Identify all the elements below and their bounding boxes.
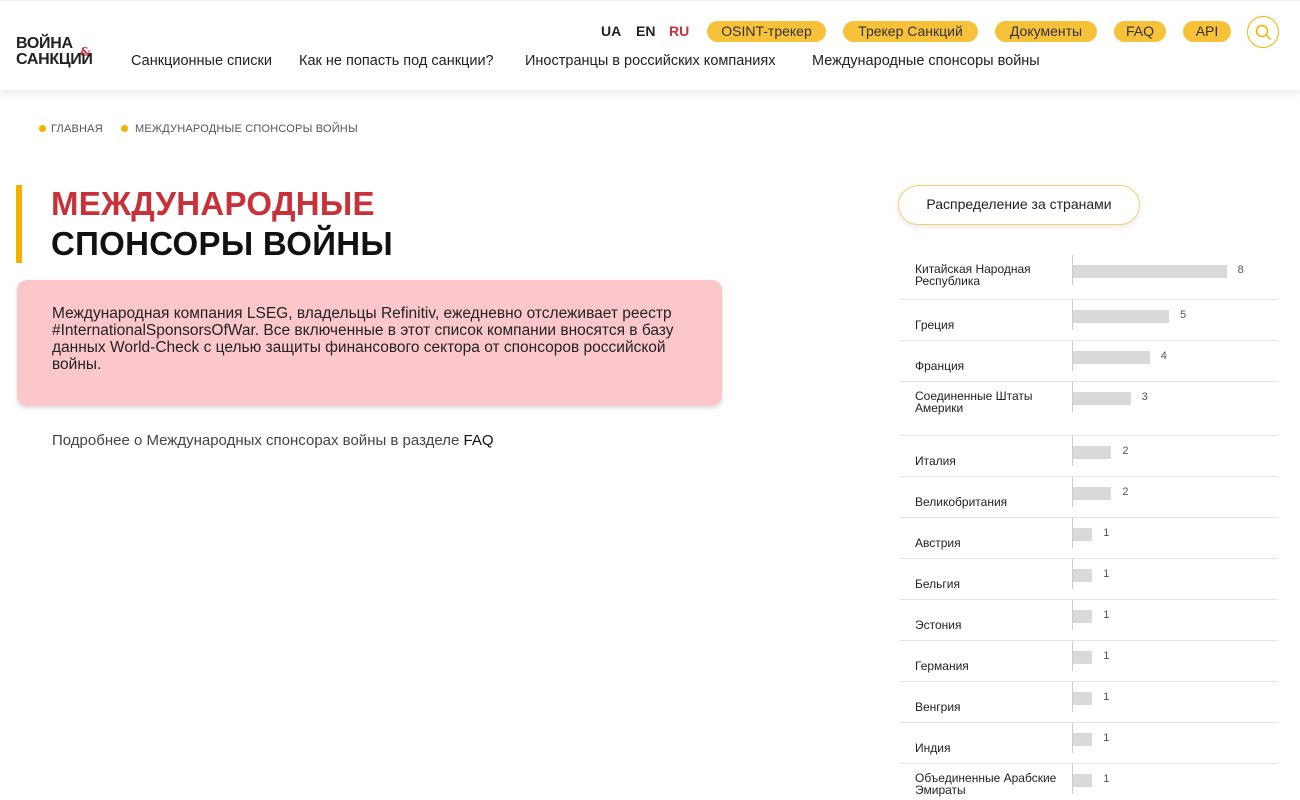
country-bar — [1073, 774, 1093, 787]
country-bar — [1073, 733, 1093, 746]
site-header: ВОЙНА & САНКЦИИ UA EN RU OSINT-трекер Тр… — [0, 0, 1300, 90]
country-name: Италия — [915, 454, 956, 468]
country-count: 1 — [1103, 527, 1110, 539]
country-bar — [1073, 692, 1093, 705]
country-count: 2 — [1122, 486, 1129, 498]
country-row: Греция 5 — [900, 300, 1278, 341]
country-bar — [1073, 351, 1150, 364]
country-row: Франция 4 — [900, 341, 1278, 382]
country-name: Германия — [915, 659, 969, 673]
country-count: 3 — [1141, 391, 1148, 403]
more-info-label: Подробнее о Международных спонсорах войн… — [52, 432, 464, 449]
lang-ru[interactable]: RU — [669, 23, 689, 39]
country-row: Австрия 1 — [900, 518, 1278, 559]
country-bar — [1073, 569, 1093, 582]
country-name: Индия — [915, 741, 951, 755]
country-bar — [1073, 392, 1131, 405]
country-bar — [1073, 610, 1093, 623]
country-count: 2 — [1122, 445, 1129, 457]
country-bar — [1073, 651, 1093, 664]
title-accent-bar — [16, 185, 22, 263]
country-name: Китайская Народная Республика — [915, 262, 1031, 288]
country-name: Соединенные Штаты Америки — [915, 389, 1033, 415]
country-count: 1 — [1103, 732, 1110, 744]
more-info-text: Подробнее о Международных спонсорах войн… — [52, 432, 494, 449]
country-row: Китайская Народная Республика 8 — [900, 255, 1278, 300]
logo-line2: САНКЦИИ — [16, 51, 93, 68]
country-row: Соединенные Штаты Америки 3 — [900, 382, 1278, 436]
country-bar — [1073, 446, 1112, 459]
breadcrumb-current: МЕЖДУНАРОДНЫЕ СПОНСОРЫ ВОЙНЫ — [135, 123, 358, 135]
info-text: Международная компания LSEG, владельцы R… — [52, 305, 674, 373]
country-bar — [1073, 265, 1227, 278]
country-row: Бельгия 1 — [900, 559, 1278, 600]
nav-avoid-sanctions[interactable]: Как не попасть под санкции? — [299, 53, 494, 69]
breadcrumb-dot — [121, 125, 128, 132]
distribution-by-country-button[interactable]: Распределение за странами — [898, 185, 1140, 225]
country-name: Эстония — [915, 618, 962, 632]
country-bar — [1073, 310, 1169, 323]
sanctions-tracker-button[interactable]: Трекер Санкций — [843, 21, 978, 42]
country-count: 8 — [1237, 264, 1244, 276]
country-name: Объединенные Арабские Эмираты — [915, 771, 1057, 797]
country-row: Венгрия 1 — [900, 682, 1278, 723]
country-name: Венгрия — [915, 700, 961, 714]
country-name: Франция — [915, 359, 965, 373]
country-row: Германия 1 — [900, 641, 1278, 682]
logo-line1: ВОЙНА — [16, 35, 73, 52]
search-icon — [1255, 24, 1271, 40]
nav-war-sponsors[interactable]: Международные спонсоры войны — [812, 53, 1040, 69]
country-bar — [1073, 528, 1093, 541]
lang-en[interactable]: EN — [636, 23, 655, 39]
lang-ua[interactable]: UA — [601, 23, 621, 39]
country-row: Индия 1 — [900, 723, 1278, 764]
country-name: Австрия — [915, 536, 961, 550]
country-count: 1 — [1103, 691, 1110, 703]
search-button[interactable] — [1247, 16, 1279, 48]
country-count: 1 — [1103, 773, 1110, 785]
country-count: 1 — [1103, 568, 1110, 580]
country-row: Италия 2 — [900, 436, 1278, 477]
faq-link[interactable]: FAQ — [463, 432, 493, 449]
country-count: 1 — [1103, 650, 1110, 662]
country-name: Бельгия — [915, 577, 960, 591]
nav-foreigners[interactable]: Иностранцы в российских компаниях — [525, 53, 775, 69]
country-row: Объединенные Арабские Эмираты 1 — [900, 764, 1278, 800]
api-button[interactable]: API — [1183, 21, 1231, 42]
country-name: Греция — [915, 318, 955, 332]
country-row: Великобритания 2 — [900, 477, 1278, 518]
documents-button[interactable]: Документы — [995, 21, 1097, 42]
country-name: Великобритания — [915, 495, 1008, 509]
country-count: 1 — [1103, 609, 1110, 621]
country-count: 5 — [1180, 309, 1187, 321]
page-title-line2: СПОНСОРЫ ВОЙНЫ — [51, 225, 393, 262]
country-row: Эстония 1 — [900, 600, 1278, 641]
info-box: Международная компания LSEG, владельцы R… — [17, 280, 722, 406]
country-count: 4 — [1160, 350, 1167, 362]
page-title-line1: МЕЖДУНАРОДНЫЕ — [51, 185, 375, 222]
breadcrumb-dot — [39, 125, 46, 132]
osint-tracker-button[interactable]: OSINT-трекер — [707, 21, 826, 42]
nav-sanction-lists[interactable]: Санкционные списки — [131, 53, 272, 69]
faq-button[interactable]: FAQ — [1114, 21, 1166, 42]
country-bar — [1073, 487, 1112, 500]
site-logo[interactable]: ВОЙНА & САНКЦИИ — [16, 35, 116, 75]
breadcrumb-home[interactable]: ГЛАВНАЯ — [51, 123, 103, 135]
